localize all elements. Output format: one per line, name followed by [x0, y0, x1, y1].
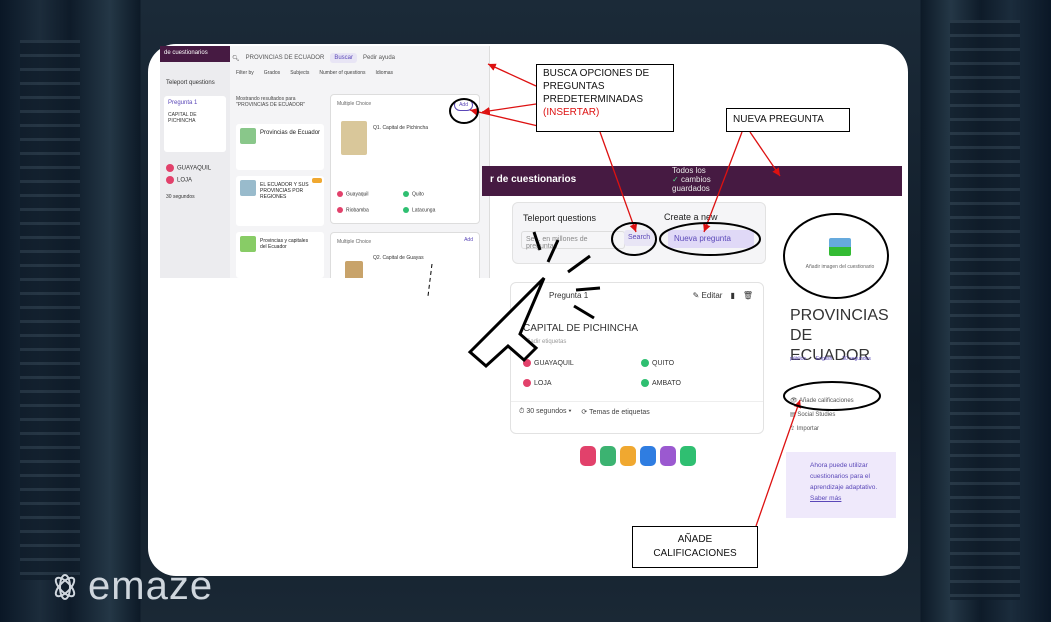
- emaze-logo: emaze: [48, 564, 213, 609]
- logo-text: emaze: [88, 564, 214, 608]
- annotation-box-new-question: NUEVA PREGUNTA: [726, 108, 850, 132]
- flower-icon: [54, 573, 76, 600]
- cursor-click-icon: [467, 231, 601, 369]
- annotation-arrows: [427, 63, 889, 527]
- annotation-box-search: BUSCA OPCIONES DE PREGUNTAS PREDETERMINA…: [536, 64, 674, 132]
- annotation-box-grades: AÑADE CALIFICACIONES: [632, 526, 758, 568]
- background: de cuestionarios Teleport questions Preg…: [0, 0, 1051, 622]
